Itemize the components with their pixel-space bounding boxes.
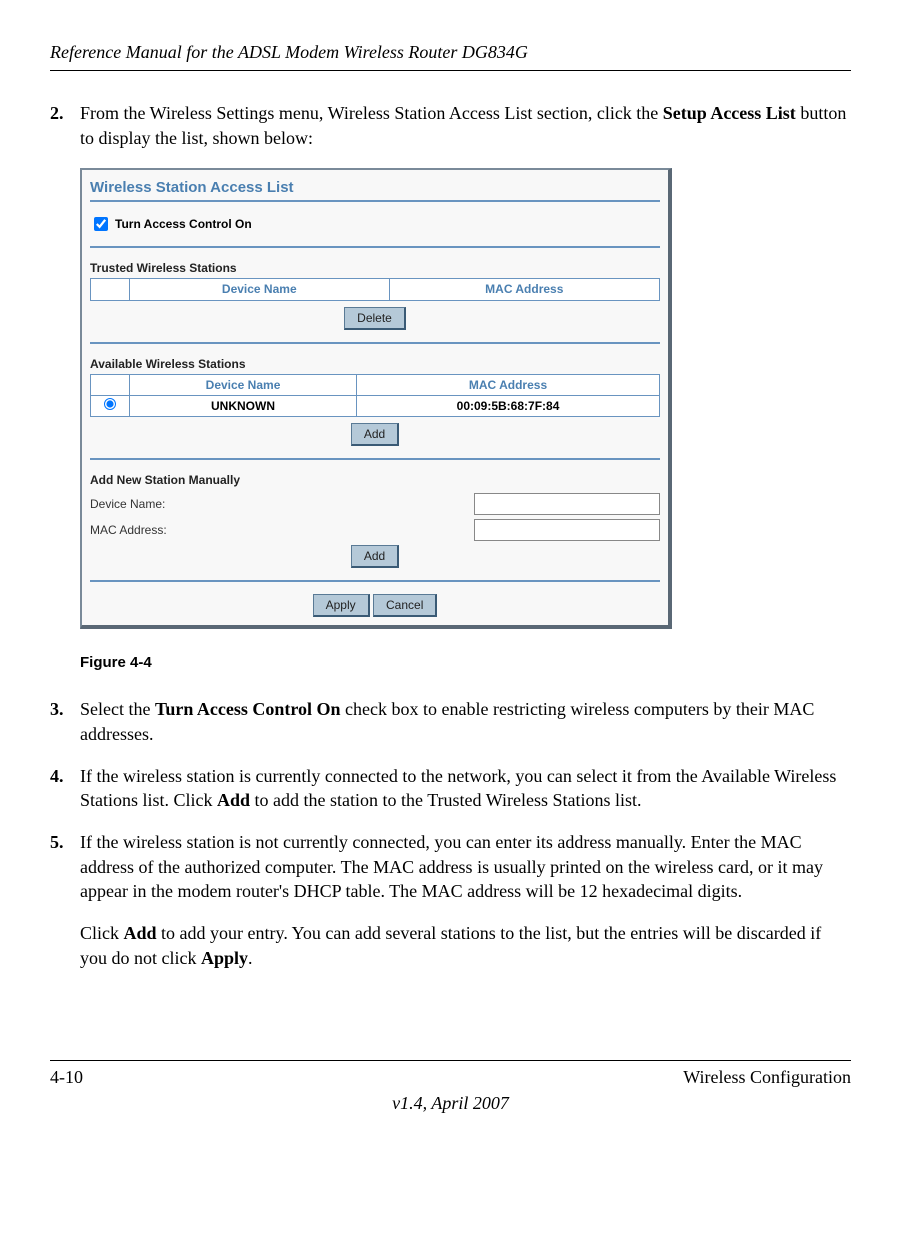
- footer-row: 4-10 Wireless Configuration: [50, 1065, 851, 1089]
- col-device-name: Device Name: [130, 374, 357, 395]
- col-blank: [91, 279, 130, 300]
- add-button[interactable]: Add: [351, 423, 399, 446]
- text: to add the station to the Trusted Wirele…: [250, 790, 641, 810]
- page-header-title: Reference Manual for the ADSL Modem Wire…: [50, 40, 851, 71]
- footer-version: v1.4, April 2007: [50, 1091, 851, 1115]
- trusted-stations-table: Device Name MAC Address: [90, 278, 660, 300]
- text: From the Wireless Settings menu, Wireles…: [80, 103, 663, 123]
- step-5-continued: Click Add to add your entry. You can add…: [80, 921, 851, 970]
- add-manually-title: Add New Station Manually: [90, 472, 660, 488]
- bold: Setup Access List: [663, 103, 796, 123]
- device-name-label: Device Name:: [90, 496, 190, 512]
- mac-address-row: MAC Address:: [90, 519, 660, 541]
- step-3: 3. Select the Turn Access Control On che…: [50, 697, 851, 746]
- cancel-button[interactable]: Cancel: [373, 594, 437, 617]
- trusted-stations-title: Trusted Wireless Stations: [90, 260, 660, 276]
- bold: Add: [217, 790, 250, 810]
- divider: [90, 458, 660, 460]
- button-row: Add: [90, 545, 660, 568]
- table-header-row: Device Name MAC Address: [91, 279, 660, 300]
- step-number: 3.: [50, 697, 80, 746]
- step-4: 4. If the wireless station is currently …: [50, 764, 851, 813]
- step-number: 5.: [50, 830, 80, 903]
- access-control-row: Turn Access Control On: [90, 214, 660, 234]
- step-number: 4.: [50, 764, 80, 813]
- checkbox-label: Turn Access Control On: [115, 216, 252, 232]
- radio-cell: [91, 396, 130, 417]
- available-stations-table: Device Name MAC Address UNKNOWN 00:09:5B…: [90, 374, 660, 417]
- table-row: UNKNOWN 00:09:5B:68:7F:84: [91, 396, 660, 417]
- station-radio[interactable]: [104, 398, 116, 410]
- col-mac-address: MAC Address: [357, 374, 660, 395]
- panel-title: Wireless Station Access List: [90, 178, 660, 202]
- button-row: Add: [90, 423, 660, 446]
- bold: Add: [124, 923, 157, 943]
- step-text: From the Wireless Settings menu, Wireles…: [80, 101, 851, 150]
- mac-address-input[interactable]: [474, 519, 660, 541]
- text: .: [248, 948, 253, 968]
- device-name-cell: UNKNOWN: [130, 396, 357, 417]
- step-number: 2.: [50, 101, 80, 150]
- turn-access-control-on-checkbox[interactable]: [94, 217, 108, 231]
- page-number: 4-10: [50, 1065, 83, 1089]
- section-title: Wireless Configuration: [683, 1065, 851, 1089]
- step-5: 5. If the wireless station is not curren…: [50, 830, 851, 903]
- available-stations-title: Available Wireless Stations: [90, 356, 660, 372]
- device-name-input[interactable]: [474, 493, 660, 515]
- figure-caption: Figure 4-4: [80, 653, 851, 673]
- step-text: If the wireless station is not currently…: [80, 830, 851, 903]
- col-device-name: Device Name: [130, 279, 390, 300]
- divider: [90, 246, 660, 248]
- col-blank: [91, 374, 130, 395]
- col-mac-address: MAC Address: [389, 279, 659, 300]
- bold: Apply: [201, 948, 248, 968]
- step-text: Select the Turn Access Control On check …: [80, 697, 851, 746]
- mac-address-cell: 00:09:5B:68:7F:84: [357, 396, 660, 417]
- mac-address-label: MAC Address:: [90, 522, 190, 538]
- apply-button[interactable]: Apply: [313, 594, 370, 617]
- step-2: 2. From the Wireless Settings menu, Wire…: [50, 101, 851, 150]
- device-name-row: Device Name:: [90, 493, 660, 515]
- page-footer: 4-10 Wireless Configuration v1.4, April …: [50, 1060, 851, 1116]
- button-row: Delete: [90, 307, 660, 330]
- delete-button[interactable]: Delete: [344, 307, 406, 330]
- table-header-row: Device Name MAC Address: [91, 374, 660, 395]
- add-manual-button[interactable]: Add: [351, 545, 399, 568]
- step-text: If the wireless station is currently con…: [80, 764, 851, 813]
- figure-screenshot: Wireless Station Access List Turn Access…: [80, 168, 851, 629]
- bold: Turn Access Control On: [155, 699, 341, 719]
- text: to add your entry. You can add several s…: [80, 923, 821, 967]
- divider: [90, 580, 660, 582]
- bottom-button-row: Apply Cancel: [90, 594, 660, 617]
- wireless-station-access-list-panel: Wireless Station Access List Turn Access…: [80, 168, 672, 629]
- text: Select the: [80, 699, 155, 719]
- text: Click: [80, 923, 124, 943]
- divider: [90, 342, 660, 344]
